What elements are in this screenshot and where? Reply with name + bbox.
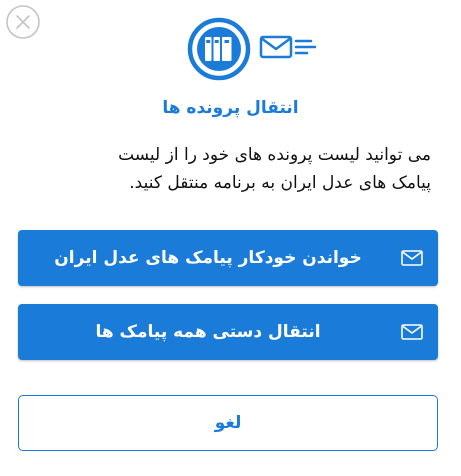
- dialog-title: انتقال پرونده ها: [162, 98, 299, 118]
- manual-transfer-label: انتقال دستی همه پیامک ها: [95, 322, 321, 342]
- cancel-label: لغو: [214, 413, 242, 433]
- mail-lines-icon: [259, 35, 317, 59]
- close-icon: [6, 5, 40, 39]
- dialog-description: می توانید لیست پرونده های خود را از لیست…: [30, 141, 431, 197]
- mail-icon: [401, 324, 423, 340]
- description-line: پیامک های عدل ایران به برنامه منتقل کنید…: [129, 173, 431, 193]
- transfer-files-dialog: انتقال پرونده ها می توانید لیست پرونده ه…: [0, 0, 461, 476]
- auto-read-sms-label: خواندن خودکار پیامک های عدل ایران: [54, 248, 362, 268]
- binders-icon: [187, 17, 251, 81]
- cancel-button[interactable]: لغو: [18, 395, 438, 451]
- description-line: می توانید لیست پرونده های خود را از لیست: [118, 145, 431, 165]
- mail-icon: [401, 250, 423, 266]
- hero-illustration: [183, 15, 323, 83]
- manual-transfer-button[interactable]: انتقال دستی همه پیامک ها: [18, 304, 438, 360]
- auto-read-sms-button[interactable]: خواندن خودکار پیامک های عدل ایران: [18, 230, 438, 286]
- close-button[interactable]: [5, 4, 41, 40]
